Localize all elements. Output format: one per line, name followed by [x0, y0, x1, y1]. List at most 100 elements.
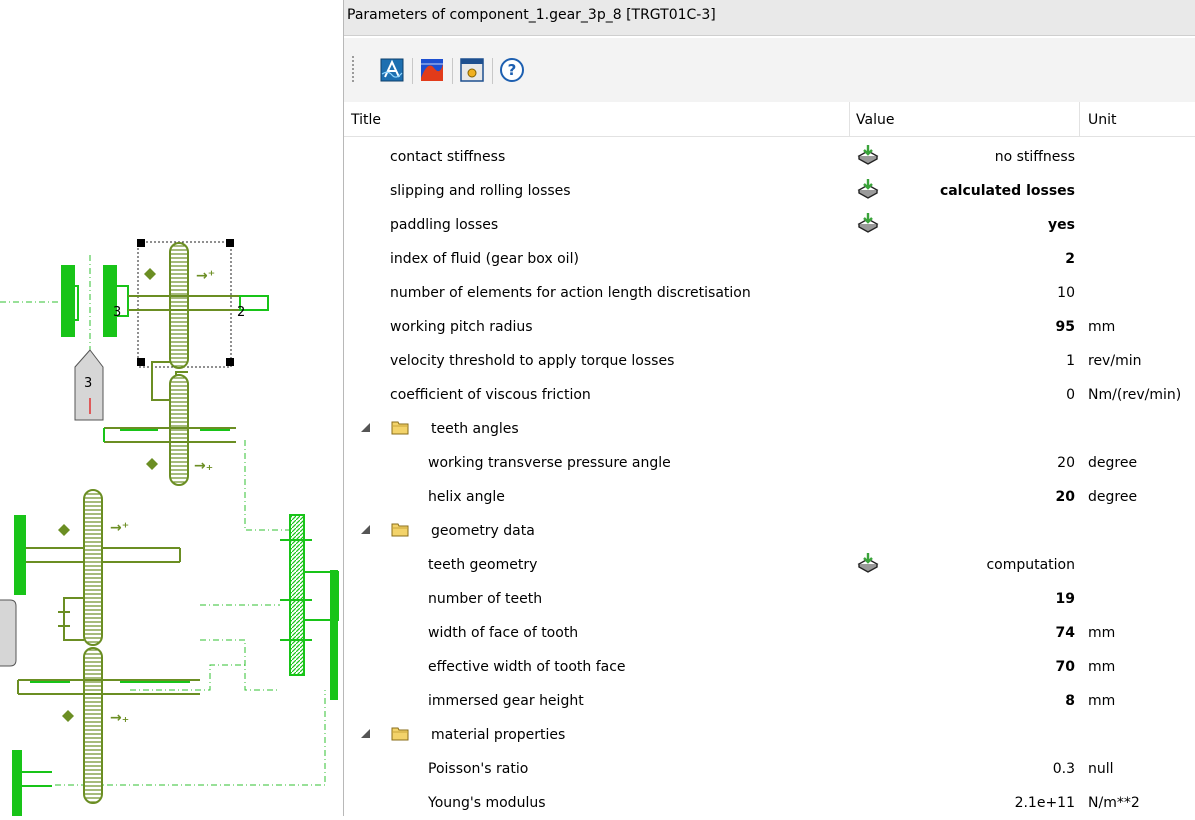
parameter-row[interactable]: contact stiffness no stiffness	[344, 140, 1195, 174]
parameter-row[interactable]: working pitch radius 95 mm	[344, 310, 1195, 344]
toolbar: ?	[344, 38, 1195, 102]
parameter-row[interactable]: index of fluid (gear box oil) 2	[344, 242, 1195, 276]
parameter-title: number of teeth	[428, 591, 543, 607]
parameter-row[interactable]: number of elements for action length dis…	[344, 276, 1195, 310]
model-selector-icon[interactable]	[857, 145, 879, 165]
parameter-value[interactable]: 20	[1057, 446, 1075, 480]
toolbar-separator	[452, 58, 453, 84]
parameter-value[interactable]: 0.3	[1053, 752, 1075, 786]
parameter-row[interactable]: teeth geometry computation	[344, 548, 1195, 582]
parameter-unit: null	[1088, 761, 1114, 777]
column-unit[interactable]: Unit	[1079, 102, 1195, 136]
gear-pair-lower: →⁺ →₊	[12, 489, 200, 816]
chart-a-icon[interactable]	[380, 58, 404, 82]
parameter-title: velocity threshold to apply torque losse…	[390, 353, 675, 369]
parameter-value[interactable]: yes	[1048, 208, 1075, 242]
model-selector-icon[interactable]	[857, 553, 879, 573]
parameter-title: Poisson's ratio	[428, 761, 529, 777]
parameter-title: paddling losses	[390, 217, 499, 233]
parameter-value[interactable]: no stiffness	[995, 140, 1075, 174]
expand-toggle-icon[interactable]	[361, 729, 370, 738]
parameter-unit: mm	[1088, 659, 1116, 675]
panel-title: Parameters of component_1.gear_3p_8 [TRG…	[344, 0, 1195, 36]
parameter-row[interactable]: immersed gear height 8 mm	[344, 684, 1195, 718]
svg-text:?: ?	[508, 61, 517, 79]
parameter-row[interactable]: effective width of tooth face 70 mm	[344, 650, 1195, 684]
parameter-value[interactable]: 1	[1066, 344, 1075, 378]
help-icon[interactable]: ?	[500, 58, 524, 82]
column-title[interactable]: Title	[344, 102, 849, 136]
group-label: teeth angles	[431, 421, 519, 437]
parameter-title: index of fluid (gear box oil)	[390, 251, 579, 267]
parameter-value[interactable]: 20	[1056, 480, 1075, 514]
parameter-title: immersed gear height	[428, 693, 584, 709]
clutch-3	[61, 265, 129, 337]
toolbar-grip[interactable]	[352, 56, 354, 84]
parameter-title: working transverse pressure angle	[428, 455, 671, 471]
parameter-value[interactable]: 2.1e+11	[1015, 786, 1075, 820]
parameter-value[interactable]: 95	[1056, 310, 1075, 344]
parameter-title: coefficient of viscous friction	[390, 387, 591, 403]
parameter-row[interactable]: working transverse pressure angle 20 degre…	[344, 446, 1195, 480]
parameter-row[interactable]: velocity threshold to apply torque losse…	[344, 344, 1195, 378]
parameter-title: working pitch radius	[390, 319, 533, 335]
parameter-value[interactable]: 8	[1065, 684, 1075, 718]
parameter-value[interactable]: 70	[1056, 650, 1075, 684]
parameter-row[interactable]: coefficient of viscous friction 0 Nm/(rev/…	[344, 378, 1195, 412]
toolbar-separator	[492, 58, 493, 84]
folder-icon	[391, 420, 409, 435]
gear-1: 1 →₊	[103, 361, 236, 486]
svg-text:→⁺: →⁺	[196, 268, 215, 284]
group-row[interactable]: teeth angles	[344, 412, 1195, 446]
parameter-row[interactable]: helix angle 20 degree	[344, 480, 1195, 514]
model-selector-icon[interactable]	[857, 213, 879, 233]
parameter-value[interactable]: 19	[1056, 582, 1075, 616]
parameter-title: Young's modulus	[428, 795, 546, 811]
schematic-canvas[interactable]: 3 3 →⁺ 2 1 →₊	[0, 0, 343, 816]
model-selector-icon[interactable]	[857, 179, 879, 199]
parameter-value[interactable]: 10	[1057, 276, 1075, 310]
curve-plot-icon[interactable]	[420, 58, 444, 82]
parameters-panel: Parameters of component_1.gear_3p_8 [TRG…	[343, 0, 1195, 816]
folder-icon	[391, 522, 409, 537]
sensor-probe: 3	[74, 349, 104, 421]
column-value[interactable]: Value	[849, 102, 1079, 136]
toolbar-separator	[412, 58, 413, 84]
parameter-title: teeth geometry	[428, 557, 538, 573]
svg-text:→⁺: →⁺	[110, 520, 129, 536]
gear-schematic-diagram: 3 3 →⁺ 2 1 →₊	[0, 239, 339, 816]
parameter-value[interactable]: calculated losses	[940, 174, 1075, 208]
group-label: geometry data	[431, 523, 535, 539]
expand-toggle-icon[interactable]	[361, 525, 370, 534]
group-row[interactable]: material properties	[344, 718, 1195, 752]
group-label: material properties	[431, 727, 566, 743]
parameter-value[interactable]: 0	[1066, 378, 1075, 412]
parameter-row[interactable]: paddling losses yes	[344, 208, 1195, 242]
parameter-title: contact stiffness	[390, 149, 506, 165]
parameter-title: number of elements for action length dis…	[390, 285, 751, 301]
parameter-title: effective width of tooth face	[428, 659, 626, 675]
svg-text:→₊: →₊	[110, 710, 129, 726]
parameter-title: slipping and rolling losses	[390, 183, 571, 199]
parameter-unit: N/m**2	[1088, 795, 1140, 811]
sensor-partial	[0, 599, 17, 667]
parameter-unit: mm	[1088, 693, 1116, 709]
settings-window-icon[interactable]	[460, 58, 484, 82]
port-label-2: 2	[237, 305, 245, 320]
parameter-row[interactable]: slipping and rolling losses calculated lo…	[344, 174, 1195, 208]
parameter-value[interactable]: 74	[1056, 616, 1075, 650]
expand-toggle-icon[interactable]	[361, 423, 370, 432]
parameter-row[interactable]: Poisson's ratio 0.3 null	[344, 752, 1195, 786]
svg-text:→₊: →₊	[194, 458, 213, 474]
parameter-unit: degree	[1088, 489, 1138, 505]
parameter-value[interactable]: computation	[986, 548, 1075, 582]
svg-text:3: 3	[84, 376, 92, 391]
parameter-row[interactable]: number of teeth 19	[344, 582, 1195, 616]
parameter-row[interactable]: Young's modulus 2.1e+11 N/m**2	[344, 786, 1195, 820]
parameter-row[interactable]: width of face of tooth 74 mm	[344, 616, 1195, 650]
group-row[interactable]: geometry data	[344, 514, 1195, 548]
folder-icon	[391, 726, 409, 741]
parameter-value[interactable]: 2	[1065, 242, 1075, 276]
parameter-title: helix angle	[428, 489, 505, 505]
parameter-unit: mm	[1088, 625, 1116, 641]
